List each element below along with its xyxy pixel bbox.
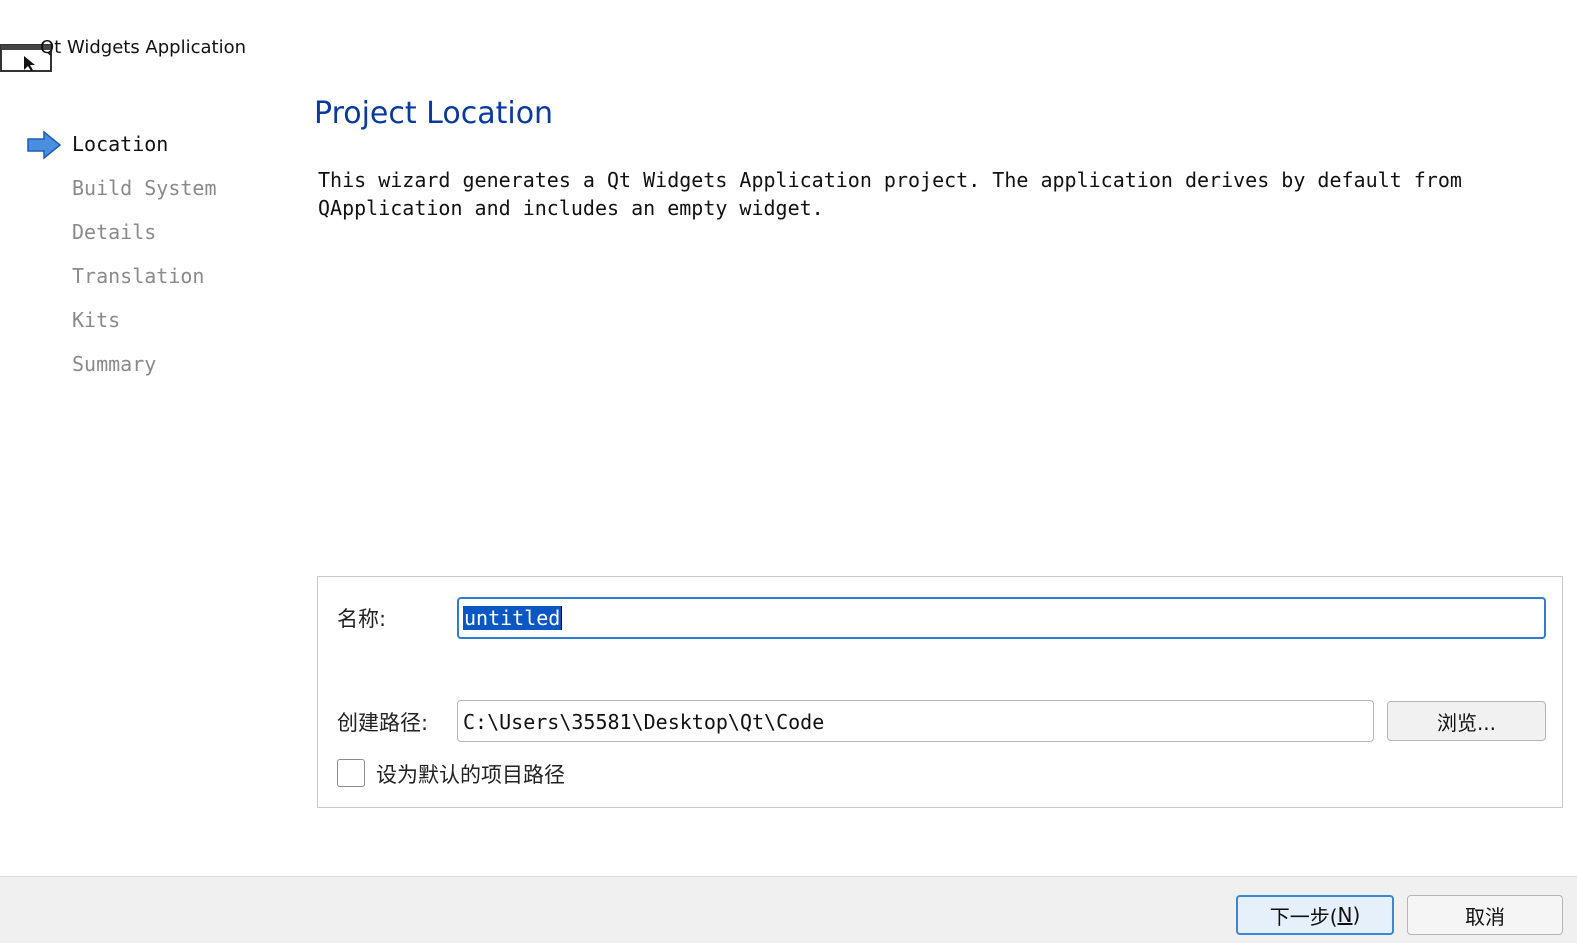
next-button-suffix: ) [1352, 903, 1361, 927]
name-label: 名称: [337, 607, 387, 631]
cancel-button[interactable]: 取消 [1407, 895, 1563, 935]
window-title: Qt Widgets Application [40, 37, 247, 58]
location-form: 名称: untitled 创建路径: C:\Users\35581\Deskto… [317, 576, 1563, 808]
intro-line: QApplication and includes an empty widge… [318, 196, 824, 220]
intro-text: This wizard generates a Qt Widgets Appli… [318, 166, 1518, 222]
step-location: Location [72, 132, 169, 156]
step-kits: Kits [72, 308, 121, 332]
step-details: Details [72, 220, 157, 244]
next-button-label: 下一步( [1269, 904, 1338, 929]
name-value: untitled [463, 606, 562, 630]
path-label: 创建路径: [337, 711, 429, 735]
button-bar: 下一步(N) 取消 [0, 876, 1577, 943]
default-path-checkbox[interactable] [337, 759, 365, 787]
step-build-system: Build System [72, 176, 217, 200]
path-value: C:\Users\35581\Desktop\Qt\Code [463, 710, 825, 734]
step-summary: Summary [72, 352, 157, 376]
default-path-label[interactable]: 设为默认的项目路径 [376, 759, 565, 789]
intro-line: This wizard generates a Qt Widgets Appli… [318, 168, 1462, 192]
step-translation: Translation [72, 264, 205, 288]
page-title: Project Location [314, 96, 554, 131]
name-input[interactable]: untitled [457, 597, 1546, 639]
title-bar: Qt Widgets Application [0, 30, 400, 72]
path-input[interactable]: C:\Users\35581\Desktop\Qt\Code [457, 700, 1374, 742]
browse-button[interactable]: 浏览... [1387, 701, 1546, 741]
text-caret [561, 606, 562, 630]
next-mnemonic: N [1337, 903, 1353, 927]
current-step-arrow-icon [27, 130, 62, 160]
next-button[interactable]: 下一步(N) [1236, 895, 1394, 935]
